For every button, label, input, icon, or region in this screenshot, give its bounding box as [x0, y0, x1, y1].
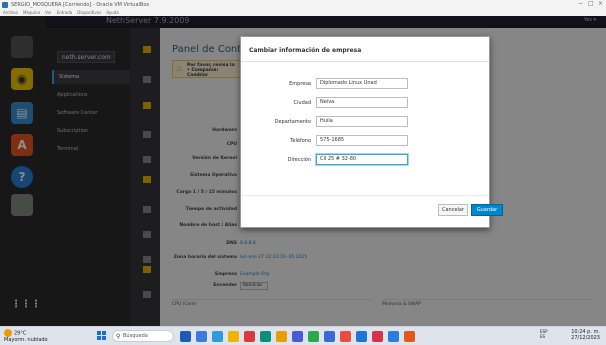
empresa-label: Empresa — [289, 81, 311, 87]
telefono-input[interactable]: 575-1685 — [316, 135, 408, 146]
maximize-icon[interactable]: □ — [588, 0, 594, 7]
vbox-titlebar: SERGIO_MOSQUERA [Corriendo] - Oracle VM … — [0, 0, 606, 9]
explorer-icon[interactable] — [228, 331, 239, 342]
ciudad-label: Ciudad — [293, 100, 311, 106]
menu-maquina[interactable]: Máquina — [23, 10, 40, 15]
company-info-modal: Cambiar información de empresa Empresa D… — [240, 36, 503, 228]
modal-divider — [241, 61, 489, 62]
app-icon-10[interactable] — [404, 331, 415, 342]
menu-entrada[interactable]: Entrada — [57, 10, 73, 15]
language-indicator[interactable]: ESP ES — [540, 329, 547, 339]
clock-date: 27/12/2023 — [571, 335, 600, 341]
taskbar-search[interactable]: Búsqueda — [112, 330, 174, 342]
app-icon-8[interactable] — [356, 331, 367, 342]
chat-icon[interactable] — [196, 331, 207, 342]
menu-dispositivos[interactable]: Dispositivos — [77, 10, 101, 15]
save-button[interactable]: Guardar — [471, 204, 503, 216]
virtualbox-icon — [2, 1, 8, 8]
app-icon-1[interactable] — [244, 331, 255, 342]
modal-footer-divider — [241, 195, 489, 196]
lang-2: ES — [540, 334, 546, 339]
app-icon-6[interactable] — [324, 331, 335, 342]
screen: SERGIO_MOSQUERA [Corriendo] - Oracle VM … — [0, 0, 606, 345]
telefono-label: Teléfono — [290, 138, 311, 144]
ciudad-input[interactable]: Neiva — [316, 97, 408, 108]
app-icon-3[interactable] — [276, 331, 287, 342]
edge-icon[interactable] — [212, 331, 223, 342]
vm-display: ◉ ▤ A ? ○ ⋮⋮⋮ NethServer 7.9.2009 Yes ▾ … — [0, 16, 606, 332]
menu-ver[interactable]: Ver — [45, 10, 52, 15]
direccion-input[interactable]: Cll 25 # 32-80 — [316, 154, 408, 165]
vbox-menubar: Archivo Máquina Ver Entrada Dispositivos… — [0, 9, 606, 16]
weather-temp: 29°C — [14, 330, 27, 337]
cancel-button[interactable]: Cancelar — [438, 204, 468, 216]
empresa-input[interactable]: Diplomado Linux Unad — [316, 78, 408, 89]
app-icon-2[interactable] — [260, 331, 271, 342]
vbox-window-title: SERGIO_MOSQUERA [Corriendo] - Oracle VM … — [11, 1, 150, 8]
app-icon-4[interactable] — [292, 331, 303, 342]
menu-archivo[interactable]: Archivo — [3, 10, 18, 15]
windows-taskbar: 29°C Mayorm. nublado Búsqueda ESP ES 10:… — [0, 326, 606, 345]
menu-ayuda[interactable]: Ayuda — [106, 10, 118, 15]
weather-desc: Mayorm. nublado — [4, 337, 48, 343]
clock[interactable]: 10:24 p. m. 27/12/2023 — [571, 329, 600, 341]
close-icon[interactable]: × — [598, 0, 603, 7]
minimize-icon[interactable]: − — [578, 0, 583, 7]
virtualbox-taskbar-icon[interactable] — [388, 331, 399, 342]
modal-title: Cambiar información de empresa — [249, 47, 362, 54]
app-icon-5[interactable] — [308, 331, 319, 342]
app-icon-9[interactable] — [372, 331, 383, 342]
weather-icon — [4, 329, 12, 337]
taskview-icon[interactable] — [180, 331, 191, 342]
start-icon[interactable] — [97, 331, 107, 341]
departamento-label: Departamento — [274, 119, 311, 125]
weather-widget[interactable]: 29°C Mayorm. nublado — [4, 329, 48, 343]
direccion-label: Dirección — [287, 157, 311, 163]
departamento-input[interactable]: Huila — [316, 116, 408, 127]
app-icon-7[interactable] — [340, 331, 351, 342]
